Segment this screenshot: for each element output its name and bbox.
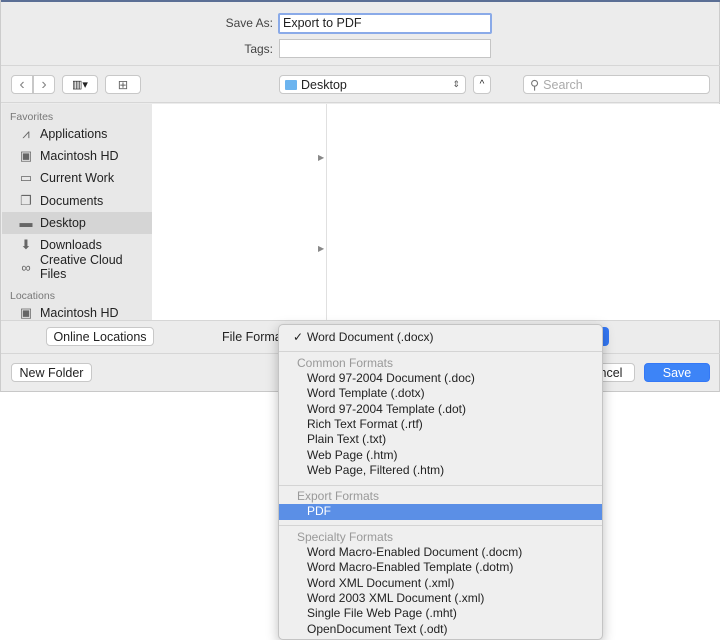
sidebar-item-label: Downloads — [40, 238, 102, 252]
file-format-menu[interactable]: ✓ Word Document (.docx) Common Formats E… — [278, 324, 603, 640]
sidebar-item-macintosh-hd[interactable]: ▣ Macintosh HD — [2, 145, 152, 167]
menu-item[interactable]: Plain Text (.txt) — [279, 432, 602, 448]
new-folder-button[interactable]: New Folder — [11, 363, 92, 382]
sidebar-item-desktop[interactable]: ▬ Desktop — [2, 211, 152, 234]
menu-item[interactable]: Single File Web Page (.mht) — [279, 606, 602, 622]
menu-item[interactable]: Web Page, Filtered (.htm) — [279, 463, 602, 479]
applications-icon: ⩘ — [22, 126, 30, 141]
menu-item[interactable]: Word Macro-Enabled Template (.dotm) — [279, 560, 602, 576]
menu-item[interactable]: Word 97-2004 Template (.dot) — [279, 402, 602, 418]
tags-label: Tags: — [244, 42, 273, 56]
search-placeholder: Search — [543, 77, 583, 92]
common-formats-heading: Common Formats — [297, 356, 394, 370]
disclosure-triangle-icon: ▶ — [318, 153, 325, 162]
sidebar-item-current-work[interactable]: ▭ Current Work — [2, 167, 152, 189]
save-button[interactable]: Save — [644, 363, 710, 382]
divider — [1, 320, 720, 321]
sidebar-item-label: Macintosh HD — [40, 306, 119, 320]
forward-button[interactable]: › — [33, 75, 55, 94]
sidebar-item-label: Applications — [40, 127, 108, 141]
chevron-up-icon: ^ — [479, 79, 485, 90]
browser-column-2[interactable] — [327, 104, 720, 320]
location-label: Desktop — [301, 77, 347, 92]
creative-cloud-icon: ∞ — [21, 259, 31, 275]
sidebar-item-label: Creative Cloud Files — [39, 253, 123, 282]
downloads-icon: ⬇ — [20, 237, 32, 252]
online-locations-button[interactable]: Online Locations — [46, 327, 154, 346]
back-button[interactable]: ‹ — [11, 75, 33, 94]
menu-item-label: Word Document (.docx) — [307, 330, 434, 344]
divider — [1, 102, 720, 103]
divider — [1, 65, 720, 66]
folder-icon: ▭ — [19, 170, 33, 186]
sidebar-item-label: Desktop — [40, 215, 86, 230]
chevron-updown-icon: ⇕ — [452, 79, 460, 89]
sidebar-item-label: Current Work — [40, 171, 115, 186]
menu-item[interactable]: Word 97-2004 Document (.doc) — [279, 371, 602, 387]
documents-icon: ❐ — [20, 192, 32, 208]
sidebar-item-documents[interactable]: ❐ Documents — [2, 190, 152, 212]
location-popup[interactable]: Desktop ⇕ — [279, 75, 466, 94]
menu-item[interactable]: Word 2003 XML Document (.xml) — [279, 591, 602, 607]
menu-separator — [279, 525, 602, 526]
menu-item[interactable]: Word Template (.dotx) — [279, 386, 602, 402]
export-formats-heading: Export Formats — [297, 489, 380, 503]
menu-separator — [279, 351, 602, 352]
menu-item[interactable]: Word XML Document (.xml) — [279, 576, 602, 592]
disk-icon: ▣ — [19, 305, 33, 320]
view-mode-button[interactable]: ▥▾ — [62, 75, 98, 94]
tags-field[interactable] — [279, 39, 491, 58]
menu-item[interactable]: Web Page (.htm) — [279, 448, 602, 464]
menu-item-pdf[interactable]: PDF — [279, 504, 602, 520]
sidebar-item-label: Macintosh HD — [40, 149, 119, 164]
collapse-button[interactable]: ^ — [473, 75, 491, 94]
folder-icon — [285, 79, 297, 90]
disclosure-triangle-icon: ▶ — [318, 244, 325, 253]
sidebar-item-creative-cloud-files[interactable]: ∞ Creative Cloud Files — [2, 253, 152, 282]
save-as-field[interactable]: Export to PDF — [278, 13, 492, 34]
locations-heading: Locations — [10, 290, 55, 302]
desktop-icon: ▬ — [19, 215, 33, 231]
search-input[interactable]: ⚲ Search — [523, 75, 710, 94]
browser-column-1[interactable]: ▶ ▶ — [152, 104, 327, 320]
menu-separator — [279, 485, 602, 486]
menu-item[interactable]: OpenDocument Text (.odt) — [279, 622, 602, 638]
window-edge — [1, 0, 720, 2]
disk-icon: ▣ — [19, 148, 33, 164]
search-icon: ⚲ — [530, 78, 540, 92]
sidebar-item-label: Documents — [40, 193, 104, 208]
specialty-formats-heading: Specialty Formats — [297, 530, 394, 544]
new-folder-icon-button[interactable]: ⊞ — [105, 75, 141, 94]
favorites-heading: Favorites — [10, 111, 54, 123]
menu-item[interactable]: Word Macro-Enabled Document (.docm) — [279, 545, 602, 561]
menu-item-selected[interactable]: ✓ Word Document (.docx) — [279, 330, 602, 346]
checkmark-icon: ✓ — [293, 330, 304, 344]
sidebar-item-applications[interactable]: ⩘ Applications — [2, 123, 152, 145]
menu-item[interactable]: Rich Text Format (.rtf) — [279, 417, 602, 433]
save-as-label: Save As: — [225, 16, 273, 30]
sidebar: Favorites ⩘ Applications ▣ Macintosh HD ▭ Cur… — [2, 104, 152, 320]
